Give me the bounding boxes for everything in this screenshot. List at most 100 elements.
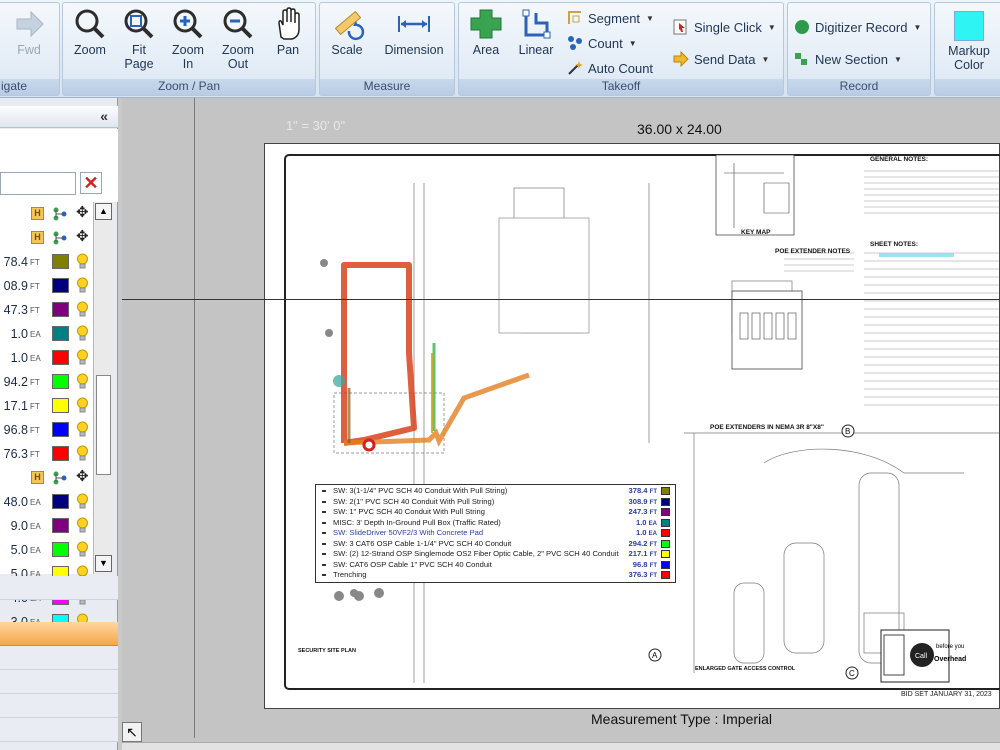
filter-input[interactable] — [0, 172, 76, 195]
legend-item-name: SW: 1" PVC SCH 40 Conduit With Pull Stri… — [333, 507, 485, 516]
takeoff-row[interactable]: 94.2 FT — [0, 370, 93, 394]
takeoff-row[interactable]: 47.3 FT — [0, 298, 93, 322]
scroll-up-icon[interactable]: ▲ — [95, 203, 112, 220]
takeoff-row[interactable]: 1.0 EA — [0, 346, 93, 370]
takeoff-row[interactable]: 78.4 FT — [0, 250, 93, 274]
lightbulb-icon[interactable] — [76, 493, 89, 510]
tree-network-icon[interactable] — [52, 470, 68, 486]
poe-notes-title: POE EXTENDER NOTES — [775, 248, 851, 255]
takeoff-row[interactable]: 9.0 EA — [0, 514, 93, 538]
color-swatch[interactable] — [52, 422, 69, 437]
group-h-icon[interactable]: H — [31, 471, 44, 484]
takeoff-row[interactable]: 08.9 FT — [0, 274, 93, 298]
unit-label: FT — [30, 378, 40, 387]
collapse-panel-icon[interactable]: « — [100, 108, 108, 124]
guide-line-horizontal — [122, 299, 1000, 300]
color-swatch[interactable] — [52, 446, 69, 461]
color-swatch[interactable] — [52, 374, 69, 389]
new-section-button[interactable]: New Section ▼ — [794, 48, 902, 70]
zoom-out-button[interactable]: Zoom Out — [213, 7, 263, 71]
panel-section[interactable] — [0, 694, 118, 718]
digitizer-record-button[interactable]: Digitizer Record ▼ — [794, 16, 921, 38]
takeoff-row[interactable]: 96.8 FT — [0, 418, 93, 442]
markup-color-button[interactable]: Markup Color — [939, 7, 999, 72]
color-swatch[interactable] — [52, 398, 69, 413]
lightbulb-icon[interactable] — [76, 253, 89, 270]
scroll-down-icon[interactable]: ▼ — [95, 555, 112, 572]
legend-row: SW: 3 CAT6 OSP Cable 1-1/4" PVC SCH 40 C… — [319, 539, 672, 550]
dimension-button[interactable]: Dimension — [376, 7, 452, 57]
horizontal-scrollbar[interactable] — [122, 742, 1000, 750]
lightbulb-icon[interactable] — [76, 421, 89, 438]
move-icon[interactable]: ✥ — [76, 229, 90, 245]
count-button[interactable]: Count ▼ — [567, 32, 637, 54]
quantity-value: 96.8 — [3, 423, 28, 437]
list-scrollbar[interactable]: ▲ ▼ — [93, 202, 113, 574]
expand-arrow-icon[interactable]: ↖ — [122, 722, 142, 742]
pan-button[interactable]: Pan — [263, 7, 313, 57]
lightbulb-icon[interactable] — [76, 373, 89, 390]
tree-network-icon[interactable] — [52, 230, 68, 246]
zoom-button[interactable]: Zoom — [65, 7, 115, 57]
single-click-button[interactable]: Single Click ▼ — [673, 16, 776, 38]
lightbulb-icon[interactable] — [76, 397, 89, 414]
color-swatch[interactable] — [52, 494, 69, 509]
panel-section[interactable] — [0, 646, 118, 670]
takeoff-legend[interactable]: SW: 3(1-1/4" PVC SCH 40 Conduit With Pul… — [315, 484, 676, 583]
panel-section[interactable] — [0, 670, 118, 694]
measure-group-label: Measure — [320, 79, 454, 95]
group-h-icon[interactable]: H — [31, 231, 44, 244]
count-dropdown-icon[interactable]: ▼ — [629, 39, 637, 48]
new-section-dropdown-icon[interactable]: ▼ — [894, 55, 902, 64]
lightbulb-icon[interactable] — [76, 517, 89, 534]
legend-bullet — [322, 490, 326, 492]
move-icon[interactable]: ✥ — [76, 205, 90, 221]
move-icon[interactable]: ✥ — [76, 469, 90, 485]
scroll-thumb[interactable] — [96, 375, 111, 475]
legend-value-number: 247.3 — [628, 507, 648, 516]
send-data-button[interactable]: Send Data ▼ — [673, 48, 769, 70]
panel-section-active[interactable] — [0, 622, 118, 646]
color-swatch[interactable] — [52, 350, 69, 365]
panel-section[interactable] — [0, 718, 118, 742]
zoom-label: Zoom — [74, 43, 106, 57]
lightbulb-icon[interactable] — [76, 349, 89, 366]
group-header-row[interactable]: H ✥ — [0, 202, 93, 226]
color-swatch[interactable] — [52, 278, 69, 293]
lightbulb-icon[interactable] — [76, 445, 89, 462]
single-click-dropdown-icon[interactable]: ▼ — [768, 23, 776, 32]
color-swatch[interactable] — [52, 254, 69, 269]
area-button[interactable]: Area — [461, 7, 511, 57]
group-header-row[interactable]: H ✥ — [0, 466, 93, 490]
takeoff-row[interactable]: 48.0 EA — [0, 490, 93, 514]
takeoff-row[interactable]: 1.0 EA — [0, 322, 93, 346]
lightbulb-icon[interactable] — [76, 301, 89, 318]
unit-label: EA — [30, 330, 41, 339]
color-swatch[interactable] — [52, 518, 69, 533]
color-swatch[interactable] — [52, 542, 69, 557]
group-h-icon[interactable]: H — [31, 207, 44, 220]
scale-button[interactable]: Scale — [322, 7, 372, 57]
takeoff-row[interactable]: 17.1 FT — [0, 394, 93, 418]
measure-group: Scale Dimension Measure — [319, 2, 455, 96]
tree-network-icon[interactable] — [52, 206, 68, 222]
group-header-row[interactable]: H ✥ — [0, 226, 93, 250]
takeoff-row[interactable]: 76.3 FT — [0, 442, 93, 466]
lightbulb-icon[interactable] — [76, 541, 89, 558]
lightbulb-icon[interactable] — [76, 277, 89, 294]
clear-filter-icon[interactable]: ✕ — [80, 172, 102, 194]
color-swatch[interactable] — [52, 302, 69, 317]
color-swatch[interactable] — [52, 326, 69, 341]
panel-section[interactable] — [0, 576, 118, 600]
fit-page-button[interactable]: Fit Page — [114, 7, 164, 71]
auto-count-button[interactable]: Auto Count — [567, 57, 653, 79]
send-data-dropdown-icon[interactable]: ▼ — [761, 55, 769, 64]
takeoff-row[interactable]: 5.0 EA — [0, 538, 93, 562]
segment-dropdown-icon[interactable]: ▼ — [646, 14, 654, 23]
linear-button[interactable]: Linear — [511, 7, 561, 57]
zoom-in-button[interactable]: Zoom In — [163, 7, 213, 71]
segment-button[interactable]: Segment ▼ — [567, 7, 654, 29]
digitizer-dropdown-icon[interactable]: ▼ — [913, 23, 921, 32]
forward-button[interactable]: Fwd — [5, 7, 53, 57]
lightbulb-icon[interactable] — [76, 325, 89, 342]
